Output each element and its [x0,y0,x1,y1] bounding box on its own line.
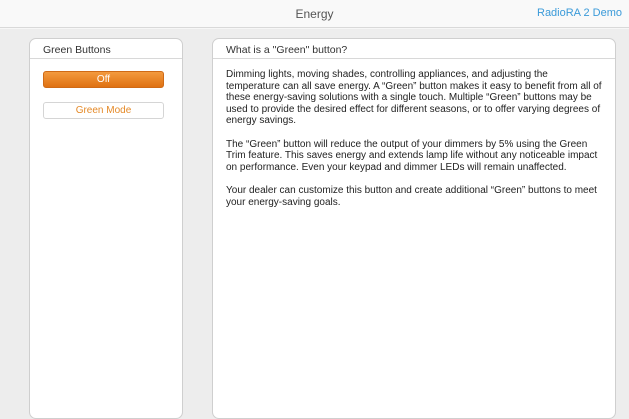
info-panel: What is a "Green" button? Dimming lights… [212,38,616,419]
info-paragraph: The “Green” button will reduce the outpu… [226,138,598,173]
main-content: Green Buttons Off Green Mode What is a "… [0,29,629,419]
demo-link[interactable]: RadioRA 2 Demo [537,7,622,19]
info-paragraph: Dimming lights, moving shades, controlli… [226,69,602,126]
green-mode-button[interactable]: Green Mode [43,102,164,119]
info-body: Dimming lights, moving shades, controlli… [213,59,615,208]
page-title: Energy [295,7,334,21]
info-paragraph: Your dealer can customize this button an… [226,185,597,208]
green-buttons-panel: Green Buttons Off Green Mode [29,38,183,419]
green-buttons-header: Green Buttons [30,39,182,59]
info-panel-header: What is a "Green" button? [213,39,615,59]
off-button[interactable]: Off [43,71,164,88]
top-navigation-bar: Energy RadioRA 2 Demo [0,0,629,28]
